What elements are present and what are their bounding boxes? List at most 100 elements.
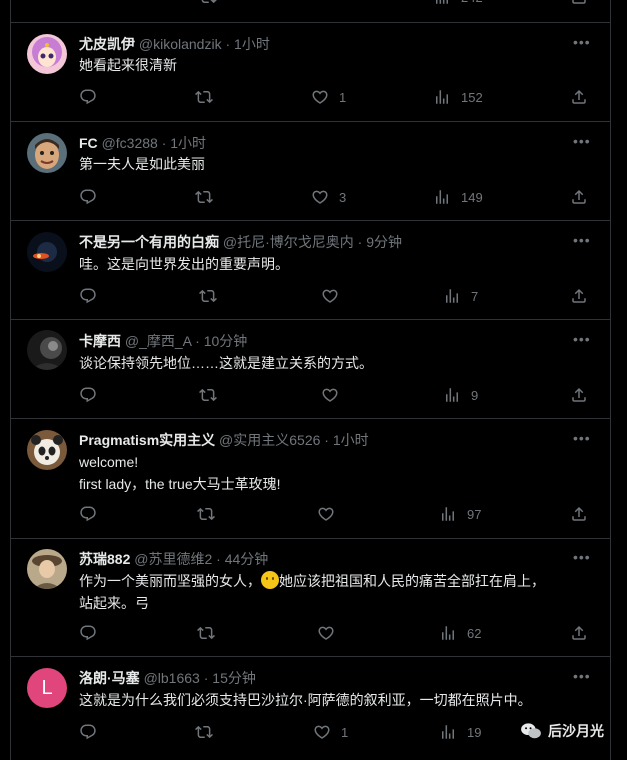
timestamp[interactable]: 15分钟 (212, 670, 256, 686)
author-name[interactable]: Pragmatism实用主义 (79, 432, 215, 448)
reply-icon (80, 288, 96, 304)
tweet-separator (11, 538, 610, 539)
share-button[interactable] (570, 287, 588, 305)
timestamp[interactable]: 1小时 (333, 432, 369, 448)
timestamp[interactable]: 9分钟 (366, 234, 402, 250)
retweet-button[interactable] (195, 723, 213, 741)
separator-dot: · (161, 135, 167, 151)
avatar[interactable] (27, 430, 67, 470)
views-button[interactable]: 7 (443, 287, 478, 305)
views-button[interactable]: 152 (433, 88, 483, 106)
tweet-separator (11, 418, 610, 419)
more-options-button[interactable]: ••• (573, 232, 591, 248)
retweet-button[interactable] (197, 505, 215, 523)
retweet-button[interactable] (199, 0, 217, 6)
author-name[interactable]: 苏瑞882 (79, 551, 130, 567)
more-options-button[interactable]: ••• (573, 549, 591, 565)
timestamp[interactable]: 1小时 (234, 36, 270, 52)
tweet-text-segment: 她应该把祖国和人民的痛苦全部扛在肩上， (279, 573, 545, 589)
author-name[interactable]: 不是另一个有用的白痴 (79, 234, 219, 250)
avatar[interactable] (27, 34, 67, 74)
author-name[interactable]: 尤皮凯伊 (79, 36, 135, 52)
reply-button[interactable] (79, 505, 97, 523)
tweet-text: 哇。这是向世界发出的重要声明。 (79, 253, 289, 275)
retweet-icon (195, 90, 213, 104)
tweet-text: 这就是为什么我们必须支持巴沙拉尔·阿萨德的叙利亚，一切都在照片中。 (79, 689, 532, 711)
avatar[interactable] (27, 330, 67, 370)
share-icon (572, 189, 586, 204)
avatar[interactable]: L (27, 668, 67, 708)
share-button[interactable] (570, 505, 588, 523)
avatar[interactable] (27, 549, 67, 589)
share-button[interactable] (570, 386, 588, 404)
reply-button[interactable] (79, 624, 97, 642)
tweet-text-line: 作为一个美丽而坚强的女人， 她应该把祖国和人民的痛苦全部扛在肩上， (79, 570, 545, 592)
timestamp[interactable]: 10分钟 (204, 333, 248, 349)
more-options-button[interactable]: ••• (573, 34, 591, 50)
author-handle[interactable]: @_摩西_A (125, 333, 191, 349)
author-handle[interactable]: @kikolandzik (139, 36, 222, 52)
like-button[interactable]: 1 (313, 723, 348, 741)
like-button[interactable]: 1 (311, 88, 346, 106)
share-icon (572, 387, 586, 402)
heart-icon (322, 289, 338, 303)
share-button[interactable] (570, 188, 588, 206)
view-count: 9 (471, 387, 479, 403)
separator-dot: · (357, 234, 363, 250)
author-name[interactable]: 卡摩西 (79, 333, 121, 349)
retweet-button[interactable] (195, 188, 213, 206)
author-handle[interactable]: @实用主义6526 (219, 432, 320, 448)
timestamp[interactable]: 1小时 (170, 135, 206, 151)
reply-icon (80, 387, 96, 403)
reply-button[interactable] (79, 88, 97, 106)
tweet-separator (11, 121, 610, 122)
author-name[interactable]: FC (79, 135, 98, 151)
share-button[interactable] (570, 0, 588, 6)
views-button[interactable]: 9 (443, 386, 478, 404)
more-options-button[interactable]: ••• (573, 430, 591, 446)
like-button[interactable] (321, 287, 339, 305)
tweet-text-line: 站起来。弓 (79, 595, 149, 611)
retweet-button[interactable] (199, 386, 217, 404)
retweet-button[interactable] (199, 287, 217, 305)
avatar[interactable] (27, 232, 67, 272)
reply-button[interactable] (79, 287, 97, 305)
author-handle[interactable]: @托尼·博尔戈尼奥内 (223, 234, 354, 250)
views-button[interactable]: 97 (439, 505, 481, 523)
author-handle[interactable]: @lb1663 (144, 670, 200, 686)
like-button[interactable] (317, 505, 335, 523)
retweet-button[interactable] (197, 624, 215, 642)
more-options-button[interactable]: ••• (573, 668, 591, 684)
like-button[interactable] (317, 624, 335, 642)
retweet-icon (197, 626, 215, 640)
views-icon (446, 289, 458, 303)
views-button[interactable]: 149 (433, 188, 483, 206)
share-icon (572, 288, 586, 303)
reply-button[interactable] (79, 386, 97, 404)
more-options-button[interactable]: ••• (573, 133, 591, 149)
author-handle[interactable]: @fc3288 (102, 135, 158, 151)
view-count: 7 (471, 288, 479, 304)
tweet-text-line: welcome! (79, 454, 139, 470)
views-button[interactable]: 19 (439, 723, 481, 741)
avatar[interactable] (27, 133, 67, 173)
retweet-button[interactable] (195, 88, 213, 106)
like-button[interactable]: 3 (311, 188, 346, 206)
heart-icon (318, 626, 334, 640)
smiling-face-emoji-icon (261, 571, 279, 589)
share-button[interactable] (570, 624, 588, 642)
timestamp[interactable]: 44分钟 (225, 551, 269, 567)
views-button[interactable]: 62 (439, 624, 481, 642)
views-button[interactable]: 242 (433, 0, 483, 6)
reply-button[interactable] (79, 723, 97, 741)
views-icon (442, 626, 454, 640)
reply-button[interactable] (79, 188, 97, 206)
share-button[interactable] (570, 88, 588, 106)
like-button[interactable] (321, 386, 339, 404)
retweet-icon (195, 190, 213, 204)
author-name[interactable]: 洛朗·马塞 (79, 670, 140, 686)
more-options-button[interactable]: ••• (573, 331, 591, 347)
reply-icon (80, 625, 96, 641)
author-handle[interactable]: @苏里德维2 (134, 551, 212, 567)
separator-dot: · (225, 36, 231, 52)
